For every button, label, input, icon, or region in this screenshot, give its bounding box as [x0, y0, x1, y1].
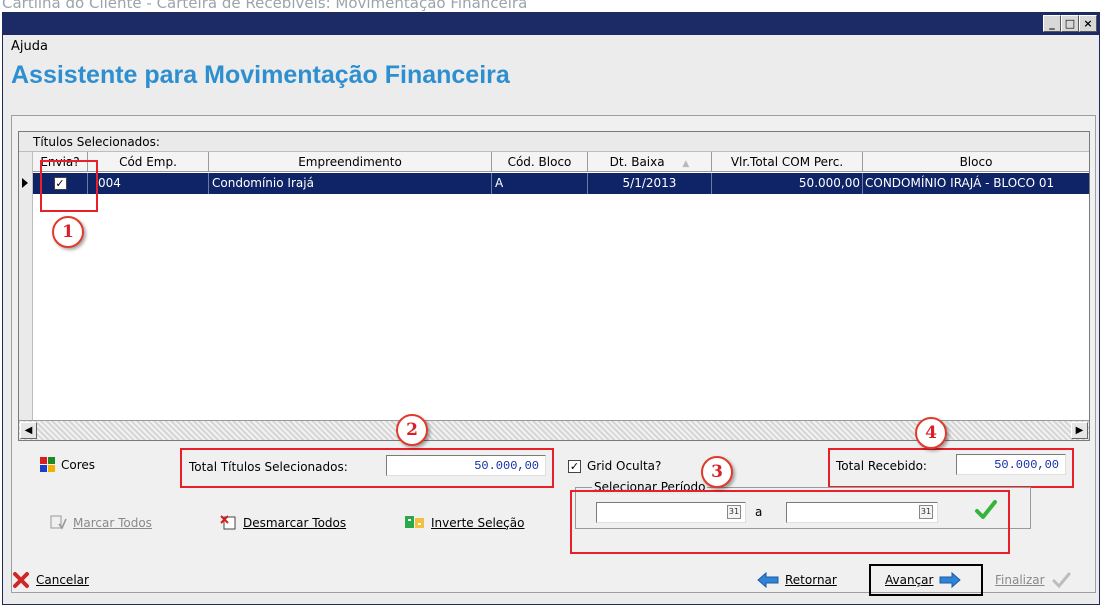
cell-envia[interactable]: ✓	[33, 173, 88, 194]
total-recebido-label: Total Recebido:	[836, 459, 927, 473]
inverte-selecao-button[interactable]: Inverte Seleção	[405, 515, 524, 530]
menu-help-label: Ajuda	[11, 39, 48, 54]
desmarcar-todos-icon	[220, 515, 236, 530]
row-indicator-column	[19, 152, 33, 420]
table-row[interactable]: ✓ 004 Condomínio Irajá A 5/1/2013 50.000…	[33, 173, 1089, 194]
col-header-empreendimento[interactable]: Empreendimento	[209, 152, 492, 172]
periodo-end-field[interactable]: 31	[786, 502, 938, 523]
arrow-left-icon	[757, 572, 779, 588]
menu-help[interactable]: Ajuda	[11, 39, 48, 54]
marcar-todos-button[interactable]: Marcar Todos	[50, 515, 152, 530]
page-title: Assistente para Movimentação Financeira	[11, 61, 510, 89]
scroll-right-icon[interactable]: ▶	[1071, 422, 1088, 439]
close-button[interactable]: ×	[1079, 15, 1097, 32]
total-recebido-field: 50.000,00	[956, 454, 1066, 475]
arrow-right-icon	[939, 572, 962, 588]
sort-ascending-icon: ▲	[682, 159, 690, 169]
callout-4: 4	[915, 417, 947, 449]
finalizar-label: Finalizar	[995, 573, 1045, 587]
col-header-envia[interactable]: Envia?	[33, 152, 88, 172]
document-caption: Cartilha do Cliente - Carteira de Recebí…	[2, 0, 528, 12]
calendar-icon[interactable]: 31	[919, 505, 933, 519]
callout-2: 2	[396, 414, 428, 446]
cell-dt-baixa: 5/1/2013	[588, 173, 712, 194]
total-titulos-field: 50.000,00	[386, 455, 546, 476]
retornar-button[interactable]: Retornar	[757, 566, 837, 594]
finalizar-check-icon	[1052, 572, 1071, 589]
maximize-button[interactable]: □	[1061, 15, 1079, 32]
periodo-start-field[interactable]: 31	[596, 502, 746, 523]
col-header-bloco[interactable]: Bloco	[863, 152, 1089, 172]
grid-oculta-toggle[interactable]: ✓ Grid Oculta?	[568, 459, 661, 473]
cores-label: Cores	[61, 457, 96, 472]
col-header-dt-baixa-label: Dt. Baixa	[609, 155, 665, 169]
calendar-icon[interactable]: 31	[727, 505, 741, 519]
scroll-left-icon[interactable]: ◀	[20, 422, 37, 439]
menu-bar: Ajuda	[3, 35, 1099, 57]
marcar-todos-icon	[50, 515, 67, 530]
col-header-vlr-total[interactable]: Vlr.Total COM Perc.	[712, 152, 863, 172]
callout-3: 3	[701, 456, 733, 488]
apply-period-check-icon[interactable]	[974, 498, 998, 522]
marcar-todos-label: Marcar Todos	[73, 515, 152, 530]
title-bar: _ □ ×	[3, 13, 1099, 35]
cancelar-button[interactable]: Cancelar	[12, 566, 89, 594]
cancel-x-icon	[13, 572, 29, 588]
cell-bloco: CONDOMÍNIO IRAJÁ - BLOCO 01	[865, 176, 1055, 190]
grid-oculta-checkbox[interactable]: ✓	[568, 459, 581, 473]
envia-checkbox[interactable]: ✓	[53, 177, 67, 190]
grid-caption: Títulos Selecionados:	[19, 132, 1089, 152]
cell-vlr-total: 50.000,00	[712, 173, 863, 194]
finalizar-button[interactable]: Finalizar	[995, 566, 1071, 594]
desmarcar-todos-button[interactable]: Desmarcar Todos	[220, 515, 346, 530]
inverte-selecao-label: Inverte Seleção	[431, 515, 525, 530]
col-header-dt-baixa[interactable]: Dt. Baixa ▲	[588, 152, 712, 172]
grid-oculta-label: Grid Oculta?	[587, 459, 662, 473]
cancelar-label: Cancelar	[36, 573, 89, 587]
total-titulos-label: Total Títulos Selecionados:	[189, 460, 348, 474]
window-controls: _ □ ×	[1043, 15, 1097, 32]
color-grid-icon	[40, 457, 55, 472]
cores-button[interactable]: Cores	[40, 457, 95, 472]
periodo-group: Selecionar Período 31 a 31	[575, 480, 1031, 529]
callout-1: 1	[52, 216, 84, 248]
minimize-button[interactable]: _	[1043, 15, 1061, 32]
avancar-label: Avançar	[885, 573, 934, 587]
desmarcar-todos-label: Desmarcar Todos	[243, 515, 347, 530]
periodo-legend: Selecionar Período	[592, 480, 708, 494]
grid-header: Envia? Cód Emp. Empreendimento Cód. Bloc…	[33, 152, 1089, 172]
avancar-button[interactable]: Avançar	[869, 564, 983, 596]
periodo-separator: a	[755, 505, 763, 519]
retornar-label: Retornar	[785, 573, 837, 587]
col-header-cod-bloco[interactable]: Cód. Bloco	[492, 152, 588, 172]
cell-cod-bloco: A	[492, 173, 588, 194]
titles-grid: Títulos Selecionados: Envia? Cód Emp. Em…	[18, 131, 1090, 441]
cell-cod-emp: 004	[88, 173, 209, 194]
inverte-selecao-icon	[405, 516, 424, 528]
cell-empreendimento: Condomínio Irajá	[209, 173, 492, 194]
col-header-cod-emp[interactable]: Cód Emp.	[88, 152, 209, 172]
current-row-pointer-icon	[22, 178, 28, 188]
